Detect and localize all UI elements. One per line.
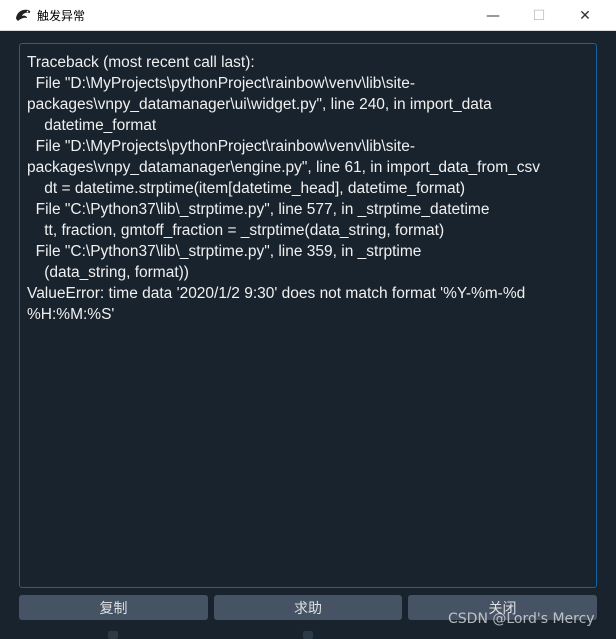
copy-button-label: 复制 <box>99 600 128 617</box>
window-title: 触发异常 <box>37 9 86 23</box>
maximize-button[interactable]: ☐ <box>516 0 562 31</box>
close-window-button[interactable]: ✕ <box>562 0 608 31</box>
resize-handle <box>303 631 313 639</box>
maximize-icon: ☐ <box>532 7 546 24</box>
help-button[interactable]: 求助 <box>214 595 402 620</box>
close-icon: ✕ <box>579 7 591 24</box>
resize-handle <box>108 631 118 639</box>
snake-icon <box>16 9 31 21</box>
watermark: CSDN @Lord's Mercy <box>448 611 595 627</box>
copy-button[interactable]: 复制 <box>19 595 208 620</box>
traceback-text-area[interactable]: Traceback (most recent call last): File … <box>19 43 597 588</box>
minimize-button[interactable]: — <box>470 0 516 31</box>
title-bar: 触发异常 — ☐ ✕ <box>0 0 616 31</box>
help-button-label: 求助 <box>294 600 322 617</box>
minimize-icon: — <box>486 7 500 24</box>
